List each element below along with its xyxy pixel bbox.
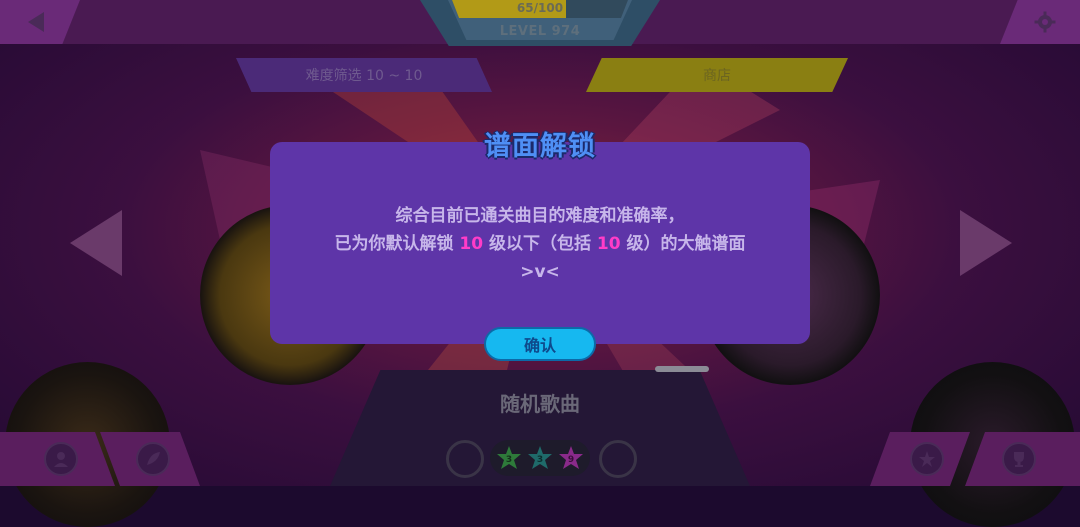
song-title: 随机歌曲	[500, 392, 580, 416]
shop-button[interactable]: 商店	[586, 58, 848, 92]
dialog-message-line-3: >v<	[520, 262, 560, 282]
shop-label: 商店	[703, 68, 731, 84]
exp-text: 65/100	[516, 1, 564, 15]
feather-icon[interactable]	[136, 442, 170, 476]
line2-suffix: 级）的大触谱面	[620, 234, 746, 254]
bottom-right-nav	[870, 432, 1080, 486]
line2-prefix: 已为你默认解锁	[334, 234, 460, 254]
easy-difficulty-star-icon[interactable]: 3	[496, 445, 522, 471]
line2-middle: 级以下（包括	[483, 234, 597, 254]
star-badge-icon[interactable]	[910, 442, 944, 476]
dialog-title: 谱面解锁	[484, 131, 596, 162]
difficulty-filter-button[interactable]: 难度筛选 10 ~ 10	[236, 58, 492, 92]
left-ring-icon	[446, 440, 484, 478]
previous-song-arrow-icon[interactable]	[66, 208, 126, 278]
confirm-label: 确认	[523, 336, 556, 355]
svg-text:9: 9	[568, 455, 574, 465]
dialog-message-line-2: 已为你默认解锁 10 级以下（包括 10 级）的大触谱面	[270, 230, 810, 258]
scroll-indicator	[655, 366, 709, 372]
dialog-message-line-1: 综合目前已通关曲目的难度和准确率，	[395, 206, 685, 226]
gear-icon	[1034, 11, 1056, 33]
normal-difficulty-star-icon[interactable]: 3	[527, 445, 553, 471]
hard-difficulty-star-icon[interactable]: 9	[558, 445, 584, 471]
svg-text:3: 3	[506, 455, 512, 465]
difficulty-star-group[interactable]: 3 3 9	[490, 440, 590, 476]
trophy-icon[interactable]	[1002, 442, 1036, 476]
unlocked-level-a: 10	[459, 234, 484, 254]
bottom-left-nav	[0, 432, 200, 486]
unlocked-level-b: 10	[596, 234, 621, 254]
svg-text:3: 3	[537, 455, 543, 465]
confirm-button[interactable]: 确认	[484, 327, 596, 361]
right-ring-icon	[599, 440, 637, 478]
dialog-message: 综合目前已通关曲目的难度和准确率， 已为你默认解锁 10 级以下（包括 10 级…	[270, 202, 810, 286]
profile-icon[interactable]	[44, 442, 78, 476]
level-text: LEVEL 974	[499, 24, 581, 39]
next-song-arrow-icon[interactable]	[956, 208, 1016, 278]
difficulty-filter-label: 难度筛选 10 ~ 10	[305, 68, 423, 84]
back-arrow-icon	[28, 12, 44, 32]
